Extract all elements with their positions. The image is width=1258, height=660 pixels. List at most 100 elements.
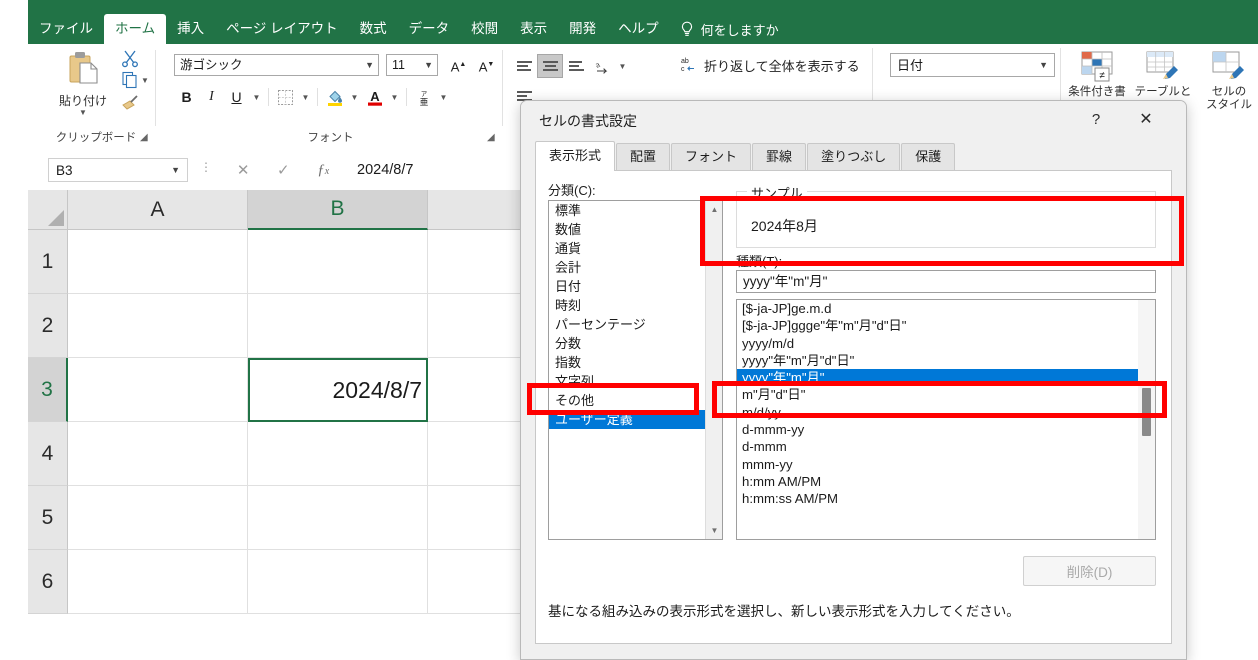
ribbon-tab-developer[interactable]: 開発 bbox=[558, 14, 607, 44]
type-item[interactable]: yyyy"年"m"月"d"日" bbox=[737, 352, 1138, 369]
name-box-chevron-down-icon[interactable]: ▼ bbox=[171, 159, 180, 182]
cell-a2[interactable] bbox=[68, 294, 248, 358]
fill-color-icon[interactable] bbox=[322, 85, 347, 109]
type-item-selected[interactable]: yyyy"年"m"月" bbox=[737, 369, 1138, 387]
category-item[interactable]: 標準 bbox=[549, 201, 705, 220]
ribbon-tab-home[interactable]: ホーム bbox=[104, 14, 167, 44]
cell-b4[interactable] bbox=[248, 422, 428, 486]
category-item[interactable]: 会計 bbox=[549, 258, 705, 277]
cancel-icon[interactable]: ✕ bbox=[237, 161, 250, 179]
cell-a4[interactable] bbox=[68, 422, 248, 486]
close-icon[interactable]: ✕ bbox=[1132, 109, 1160, 131]
category-item[interactable]: パーセンテージ bbox=[549, 315, 705, 334]
orientation-icon[interactable]: a bbox=[589, 54, 615, 78]
type-item[interactable]: yyyy/m/d bbox=[737, 335, 1138, 352]
borders-icon[interactable] bbox=[273, 85, 298, 109]
cell-a3[interactable] bbox=[68, 358, 248, 422]
column-header-a[interactable]: A bbox=[68, 190, 248, 230]
phonetic-chevron-down-icon[interactable]: ▼ bbox=[436, 85, 451, 109]
grow-font-button[interactable]: A▲ bbox=[446, 54, 471, 76]
help-icon[interactable]: ? bbox=[1082, 109, 1110, 131]
name-box[interactable]: B3 ▼ bbox=[48, 158, 188, 182]
ribbon-tab-view[interactable]: 表示 bbox=[509, 14, 558, 44]
phonetic-guide-icon[interactable]: ア亜 bbox=[411, 85, 436, 109]
enter-icon[interactable]: ✓ bbox=[277, 161, 290, 179]
category-item[interactable]: 文字列 bbox=[549, 372, 705, 391]
ribbon-tab-formulas[interactable]: 数式 bbox=[349, 14, 398, 44]
category-item[interactable]: 通貨 bbox=[549, 239, 705, 258]
cell-b3[interactable]: 2024/8/7 bbox=[248, 358, 428, 422]
font-name-chevron-down-icon[interactable]: ▼ bbox=[365, 55, 374, 76]
font-name-input[interactable]: 游ゴシック ▼ bbox=[174, 54, 379, 76]
type-item[interactable]: m/d/yy bbox=[737, 404, 1138, 421]
type-scrollbar-thumb[interactable] bbox=[1142, 388, 1151, 436]
dialog-title-bar[interactable]: セルの書式設定 ? ✕ bbox=[521, 101, 1186, 139]
row-header-6[interactable]: 6 bbox=[28, 550, 68, 614]
type-input[interactable]: yyyy"年"m"月" bbox=[736, 270, 1156, 293]
cell-b1[interactable] bbox=[248, 230, 428, 294]
category-item[interactable]: 時刻 bbox=[549, 296, 705, 315]
type-item[interactable]: h:mm:ss AM/PM bbox=[737, 490, 1138, 507]
dialog-tab-font[interactable]: フォント bbox=[671, 143, 752, 171]
type-item[interactable]: [$-ja-JP]ggge"年"m"月"d"日" bbox=[737, 317, 1138, 334]
cell-a6[interactable] bbox=[68, 550, 248, 614]
orientation-chevron-down-icon[interactable]: ▼ bbox=[615, 54, 630, 78]
category-item[interactable]: 分数 bbox=[549, 334, 705, 353]
category-item-selected[interactable]: ユーザー定義 bbox=[549, 410, 705, 429]
dialog-tab-protection[interactable]: 保護 bbox=[901, 143, 956, 171]
dialog-tab-alignment[interactable]: 配置 bbox=[616, 143, 671, 171]
number-format-select[interactable]: 日付 ▼ bbox=[890, 53, 1055, 77]
align-middle-icon[interactable] bbox=[537, 54, 563, 78]
type-item[interactable]: h:mm AM/PM bbox=[737, 473, 1138, 490]
row-header-3[interactable]: 3 bbox=[28, 358, 68, 422]
ribbon-tab-page-layout[interactable]: ページ レイアウト bbox=[215, 14, 348, 44]
fill-color-chevron-down-icon[interactable]: ▼ bbox=[347, 85, 362, 109]
ribbon-tab-help[interactable]: ヘルプ bbox=[607, 14, 670, 44]
category-listbox[interactable]: 標準 数値 通貨 会計 日付 時刻 パーセンテージ 分数 指数 文字列 その他 … bbox=[548, 200, 723, 540]
column-header-b[interactable]: B bbox=[248, 190, 428, 230]
row-header-1[interactable]: 1 bbox=[28, 230, 68, 294]
underline-chevron-down-icon[interactable]: ▼ bbox=[249, 85, 264, 109]
shrink-font-button[interactable]: A▼ bbox=[474, 54, 499, 76]
dialog-tab-number[interactable]: 表示形式 bbox=[535, 141, 616, 171]
cell-b6[interactable] bbox=[248, 550, 428, 614]
font-size-input[interactable]: 11 ▼ bbox=[386, 54, 438, 76]
font-size-chevron-down-icon[interactable]: ▼ bbox=[424, 55, 433, 76]
category-scrollbar[interactable]: ▲ ▼ bbox=[705, 201, 722, 539]
cell-a5[interactable] bbox=[68, 486, 248, 550]
paste-chevron-down-icon[interactable]: ▼ bbox=[52, 109, 114, 117]
dialog-tab-fill[interactable]: 塗りつぶし bbox=[807, 143, 901, 171]
format-painter-icon[interactable] bbox=[120, 92, 140, 112]
font-color-chevron-down-icon[interactable]: ▼ bbox=[387, 85, 402, 109]
clipboard-dialog-launcher[interactable]: ◢ bbox=[140, 132, 152, 144]
font-dialog-launcher[interactable]: ◢ bbox=[487, 132, 499, 144]
type-item[interactable]: [$-ja-JP]ge.m.d bbox=[737, 300, 1138, 317]
delete-button[interactable]: 削除(D) bbox=[1023, 556, 1156, 586]
row-header-2[interactable]: 2 bbox=[28, 294, 68, 358]
font-color-icon[interactable]: A bbox=[362, 85, 387, 109]
underline-button[interactable]: U bbox=[224, 85, 249, 109]
category-item[interactable]: 指数 bbox=[549, 353, 705, 372]
borders-chevron-down-icon[interactable]: ▼ bbox=[298, 85, 313, 109]
type-listbox[interactable]: [$-ja-JP]ge.m.d [$-ja-JP]ggge"年"m"月"d"日"… bbox=[736, 299, 1156, 540]
cut-icon[interactable] bbox=[120, 48, 140, 68]
scroll-up-icon[interactable]: ▲ bbox=[706, 201, 722, 218]
bold-button[interactable]: B bbox=[174, 85, 199, 109]
type-item[interactable]: m"月"d"日" bbox=[737, 386, 1138, 403]
wrap-text-button[interactable]: ab c 折り返して全体を表示する bbox=[680, 54, 860, 76]
type-item[interactable]: d-mmm bbox=[737, 438, 1138, 455]
category-item[interactable]: 日付 bbox=[549, 277, 705, 296]
cell-b2[interactable] bbox=[248, 294, 428, 358]
category-item[interactable]: その他 bbox=[549, 391, 705, 410]
type-item[interactable]: d-mmm-yy bbox=[737, 421, 1138, 438]
copy-icon[interactable] bbox=[120, 70, 140, 90]
ribbon-tab-file[interactable]: ファイル bbox=[28, 14, 104, 44]
fx-icon[interactable]: ƒx bbox=[317, 162, 329, 179]
row-header-4[interactable]: 4 bbox=[28, 422, 68, 486]
ribbon-tab-data[interactable]: データ bbox=[398, 14, 461, 44]
align-bottom-icon[interactable] bbox=[563, 54, 589, 78]
tell-me-box[interactable]: 何をしますか bbox=[670, 14, 789, 44]
cell-a1[interactable] bbox=[68, 230, 248, 294]
align-top-icon[interactable] bbox=[511, 54, 537, 78]
format-as-table-button[interactable]: テーブルと bbox=[1132, 50, 1194, 99]
